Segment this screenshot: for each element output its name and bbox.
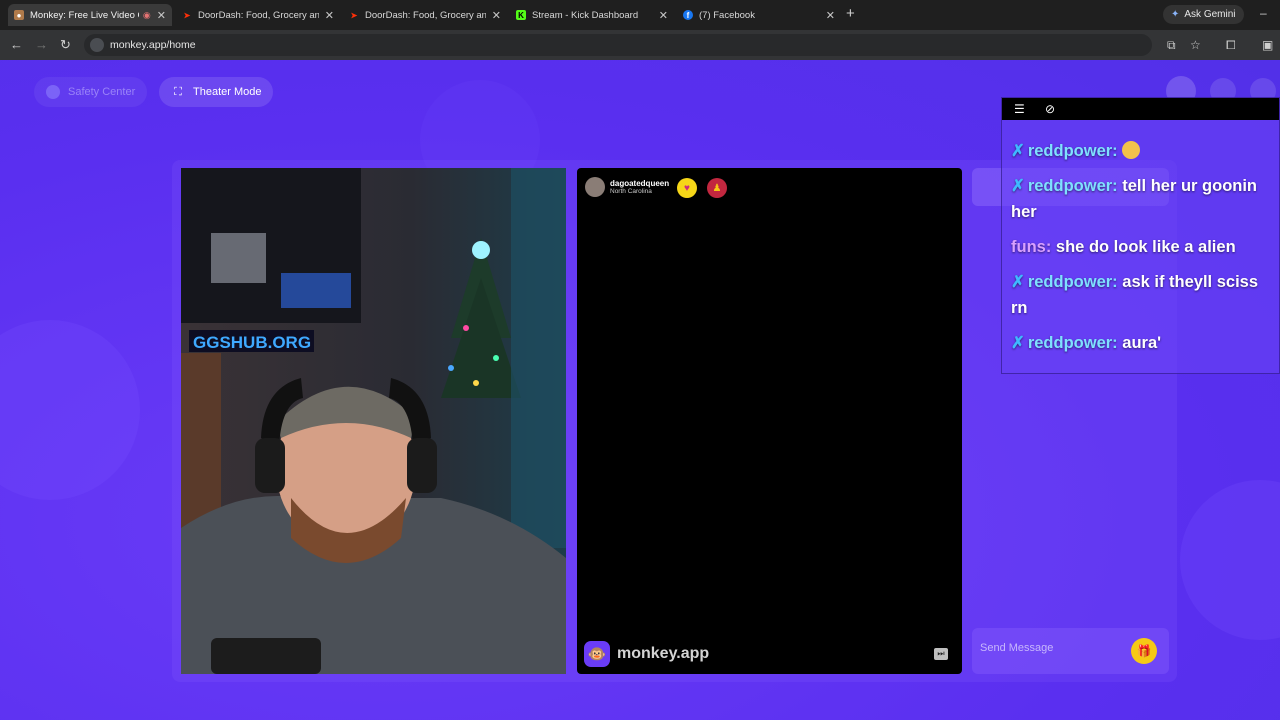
background-decoration	[1180, 480, 1280, 640]
chat-username: reddpower:	[1027, 334, 1118, 352]
chat-username: funs:	[1011, 238, 1052, 256]
safety-center-label: Safety Center	[68, 86, 136, 98]
menu-icon[interactable]: ☰	[1014, 102, 1025, 116]
webcam-frame: GGSHUB.ORG	[181, 168, 566, 674]
chat-username: reddpower:	[1027, 177, 1118, 195]
side-panel-icon[interactable]: ▣	[1262, 38, 1273, 52]
kick-icon: K	[516, 10, 526, 20]
tab-doordash-2[interactable]: ➤ DoorDash: Food, Grocery and M ✕	[343, 4, 507, 26]
local-webcam-video: GGSHUB.ORG	[181, 168, 566, 674]
tab-title: Stream - Kick Dashboard	[532, 9, 639, 21]
tab-title: DoorDash: Food, Grocery and M	[198, 9, 319, 21]
tab-title: DoorDash: Food, Grocery and M	[365, 9, 486, 21]
tab-kick[interactable]: K Stream - Kick Dashboard ✕	[510, 4, 674, 26]
tab-doordash-1[interactable]: ➤ DoorDash: Food, Grocery and M ✕	[176, 4, 340, 26]
brand-text: monkey.app	[617, 645, 710, 662]
url-field[interactable]: monkey.app/home	[84, 34, 1152, 56]
chat-text-continued: rn	[1011, 299, 1028, 317]
chat-message: funs: she do look like a alien	[1011, 234, 1279, 260]
monkey-brand: 🐵 monkey.app	[584, 641, 709, 667]
peer-avatar	[585, 177, 605, 197]
doordash-icon: ➤	[183, 10, 191, 20]
stream-chat-messages: ✗ reddpower: ✗ reddpower: tell her ur goon…	[1011, 98, 1279, 356]
sword-icon: ✗	[1011, 177, 1025, 195]
monkey-icon: ●	[14, 10, 24, 20]
install-icon[interactable]: ⧉	[1167, 38, 1176, 53]
bookmark-star-icon[interactable]: ☆	[1190, 38, 1201, 52]
peer-user-info[interactable]: dagoatedqueen North Carolina	[585, 177, 669, 197]
send-message-input[interactable]	[980, 638, 1130, 658]
safety-center-button[interactable]: Safety Center	[34, 77, 148, 107]
expand-icon: ⛶	[174, 85, 182, 98]
tab-title: Monkey: Free Live Video Ch	[30, 9, 139, 21]
sword-icon: ✗	[1011, 273, 1025, 291]
minimize-icon[interactable]: –	[1260, 6, 1267, 20]
chat-text: tell her ur goonin	[1122, 177, 1258, 195]
overlay-header: ☰ ⊘	[1002, 98, 1279, 120]
chat-message: ✗ reddpower:	[1011, 138, 1279, 164]
ask-gemini-label: Ask Gemini	[1184, 9, 1236, 20]
tab-title: (7) Facebook	[699, 9, 755, 21]
theater-mode-label: Theater Mode	[193, 86, 262, 98]
report-badge-icon[interactable]: ♟	[707, 178, 727, 198]
stream-chat-overlay: ✗ reddpower: ✗ reddpower: tell her ur goon…	[1001, 97, 1280, 374]
tab-monkey[interactable]: ● Monkey: Free Live Video Ch ◉ ✕	[8, 4, 172, 26]
background-decoration	[0, 320, 140, 500]
chat-username: reddpower:	[1027, 142, 1118, 160]
reload-icon[interactable]: ↻	[60, 37, 71, 53]
send-message-box: 🎁	[972, 628, 1169, 674]
extensions-icon[interactable]: ⧠	[1226, 38, 1236, 53]
svg-text:GGSHUB.ORG: GGSHUB.ORG	[193, 333, 311, 352]
close-icon[interactable]: ✕	[826, 9, 835, 22]
chat-message: ✗ reddpower: tell her ur goonin her	[1011, 173, 1279, 225]
facebook-icon: f	[683, 10, 693, 20]
tab-facebook[interactable]: f (7) Facebook ✕	[677, 4, 841, 26]
chat-text-continued: her	[1011, 203, 1037, 221]
hide-icon[interactable]: ⊘	[1045, 102, 1055, 116]
doordash-icon: ➤	[350, 10, 358, 20]
peer-username: dagoatedqueen	[610, 178, 670, 188]
address-bar: ← → ↻ monkey.app/home ⧉ ☆ ⧠ ▣	[0, 30, 1280, 60]
skip-icon[interactable]: ⏭	[934, 648, 948, 660]
peer-location: North Carolina	[610, 187, 652, 195]
gift-icon[interactable]: 🎁	[1131, 638, 1157, 664]
gemini-icon: ✦	[1171, 9, 1180, 20]
close-icon[interactable]: ✕	[157, 9, 166, 22]
recording-icon: ◉	[142, 9, 151, 20]
forward-icon[interactable]: →	[35, 37, 48, 52]
url-text: monkey.app/home	[110, 39, 196, 51]
sword-icon: ✗	[1011, 142, 1025, 160]
emote-icon	[1122, 141, 1141, 159]
heart-badge-icon[interactable]: ♥	[677, 178, 697, 198]
new-tab-icon[interactable]: +	[846, 5, 855, 22]
chat-message: ✗ reddpower: aura'	[1011, 330, 1279, 356]
chat-username: reddpower:	[1027, 273, 1118, 291]
site-info-icon[interactable]	[90, 38, 104, 52]
theater-mode-button[interactable]: ⛶ Theater Mode	[159, 77, 274, 107]
monkey-logo-icon: 🐵	[584, 641, 610, 667]
close-icon[interactable]: ✕	[659, 9, 668, 22]
chat-text: aura'	[1122, 334, 1162, 352]
chat-message: ✗ reddpower: ask if theyll sciss rn	[1011, 269, 1279, 321]
sword-icon: ✗	[1011, 334, 1025, 352]
chat-text: ask if theyll sciss	[1122, 273, 1259, 291]
peer-video: dagoatedqueen North Carolina ♥ ♟ 🐵 monke…	[577, 168, 962, 674]
shield-icon	[46, 85, 60, 99]
browser-tab-bar: ● Monkey: Free Live Video Ch ◉ ✕ ➤ DoorD…	[0, 0, 1280, 30]
ask-gemini-button[interactable]: ✦ Ask Gemini	[1163, 5, 1244, 24]
close-icon[interactable]: ✕	[492, 9, 501, 22]
close-icon[interactable]: ✕	[325, 9, 334, 22]
back-icon[interactable]: ←	[10, 37, 23, 52]
chat-text: she do look like a alien	[1055, 238, 1236, 256]
